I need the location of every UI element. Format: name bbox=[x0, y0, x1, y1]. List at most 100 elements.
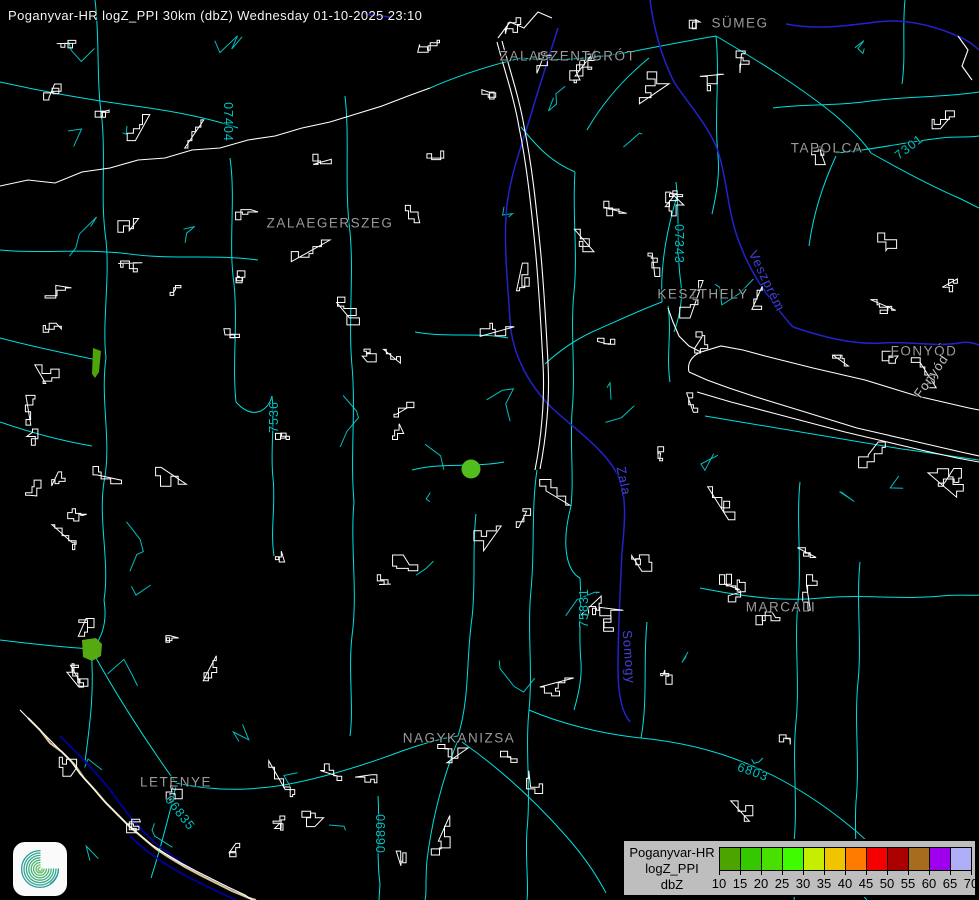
settlement-outline bbox=[78, 619, 94, 637]
legend-unit: dbZ bbox=[628, 877, 716, 893]
legend-panel: Poganyvar-HR logZ_PPI dbZ 10152025303540… bbox=[622, 839, 977, 897]
settlement-outline bbox=[43, 323, 61, 332]
city-label-sumeg: SÜMEG bbox=[711, 16, 768, 31]
minor-road bbox=[183, 227, 194, 243]
ridge-road bbox=[0, 88, 430, 186]
radar-spiral-logo bbox=[13, 842, 67, 896]
settlement-outline bbox=[118, 219, 139, 233]
settlement-outline bbox=[394, 402, 414, 417]
settlement-outline bbox=[720, 574, 740, 589]
legend-color-cell bbox=[951, 848, 971, 870]
minor-road bbox=[69, 217, 96, 256]
settlement-outline bbox=[302, 811, 324, 826]
settlement-outline bbox=[45, 285, 71, 298]
settlement-outline bbox=[942, 279, 957, 292]
minor-road bbox=[752, 758, 763, 763]
settlement-outline bbox=[752, 286, 762, 309]
settlement-outline bbox=[648, 253, 660, 276]
legend-color-cell bbox=[720, 848, 741, 870]
settlement-outline bbox=[273, 816, 285, 830]
road-label-07404: 07404 bbox=[221, 102, 235, 142]
legend-radar-name: Poganyvar-HR bbox=[628, 845, 716, 861]
settlement-outline bbox=[276, 433, 290, 439]
minor-road bbox=[426, 493, 430, 502]
legend-color-cell bbox=[741, 848, 762, 870]
minor-road bbox=[548, 86, 565, 111]
settlement-outline bbox=[269, 761, 295, 797]
settlement-outline bbox=[427, 151, 444, 160]
settlement-outline bbox=[236, 210, 258, 220]
minor-road bbox=[607, 383, 611, 400]
settlement-outline bbox=[728, 580, 745, 602]
lake-west-end bbox=[689, 352, 702, 372]
settlement-outline bbox=[156, 467, 187, 486]
city-label-marcali: MARCALI bbox=[746, 600, 817, 615]
settlement-outline bbox=[236, 271, 245, 283]
minor-road bbox=[487, 389, 514, 422]
settlement-outline bbox=[26, 480, 41, 496]
highway-line-2 bbox=[502, 41, 549, 469]
road-label-7536: 7536 bbox=[267, 401, 281, 433]
legend-color-cell bbox=[867, 848, 888, 870]
settlement-outline bbox=[203, 656, 217, 681]
radar-echo-dot bbox=[462, 460, 481, 479]
settlement-outline bbox=[35, 365, 59, 384]
legend-color-scale: 10152025303540455055606570 bbox=[719, 847, 974, 891]
settlement-outline bbox=[396, 851, 406, 866]
legend-product: logZ_PPI bbox=[628, 861, 716, 877]
settlement-outline bbox=[700, 74, 724, 91]
settlement-outline bbox=[658, 447, 664, 461]
settlement-outline bbox=[731, 801, 753, 821]
settlement-outline bbox=[229, 843, 240, 856]
minor-road bbox=[108, 659, 138, 686]
settlement-outline bbox=[501, 751, 518, 762]
road-label-06890: 06890 bbox=[374, 813, 388, 853]
minor-road bbox=[126, 522, 143, 572]
city-label-zalaszentgrot: ZALASZENTGRÓT bbox=[500, 49, 637, 64]
settlement-outline bbox=[474, 526, 501, 551]
settlement-outline bbox=[57, 40, 76, 48]
minor-road bbox=[682, 652, 688, 663]
minor-road bbox=[215, 36, 242, 53]
legend-color-cell bbox=[909, 848, 930, 870]
settlement-outline bbox=[68, 509, 87, 521]
city-label-zalaegerszeg: ZALAEGERSZEG bbox=[267, 216, 394, 231]
settlement-outline bbox=[377, 575, 391, 585]
minor-road bbox=[86, 846, 98, 861]
settlement-outline bbox=[570, 60, 585, 83]
minor-road bbox=[233, 724, 249, 741]
radar-title: Poganyvar-HR logZ_PPI 30km (dbZ) Wednesd… bbox=[8, 8, 422, 23]
legend-tick-label: 70 bbox=[959, 876, 979, 891]
city-label-letenye: LETENYE bbox=[140, 775, 212, 790]
minor-road bbox=[605, 406, 634, 423]
settlement-outline bbox=[632, 555, 652, 571]
settlement-outline bbox=[52, 472, 65, 486]
settlement-outline bbox=[833, 355, 849, 366]
settlement-outline bbox=[665, 191, 682, 207]
legend-color-cell bbox=[783, 848, 804, 870]
legend-color-cell bbox=[930, 848, 951, 870]
legend-color-cell bbox=[846, 848, 867, 870]
city-label-nagykanizsa: NAGYKANIZSA bbox=[403, 731, 516, 746]
city-label-keszthely: KESZTHELY bbox=[657, 287, 748, 302]
settlement-outline bbox=[127, 115, 150, 141]
minor-road bbox=[499, 661, 534, 693]
minor-road bbox=[329, 825, 346, 830]
settlement-outline bbox=[224, 329, 240, 338]
minor-road bbox=[68, 129, 82, 147]
road-label-07343: 07343 bbox=[672, 224, 686, 264]
settlement-outline bbox=[779, 735, 790, 745]
settlement-outline bbox=[25, 395, 35, 425]
minor-road bbox=[131, 585, 150, 595]
settlement-outline bbox=[932, 111, 954, 129]
city-label-tapolca: TAPOLCA bbox=[791, 141, 864, 156]
settlement-outline bbox=[574, 229, 594, 252]
settlement-outline bbox=[598, 338, 615, 344]
minor-road bbox=[855, 41, 864, 54]
settlement-outline bbox=[52, 525, 76, 550]
city-label-fonyod: FONYÓD bbox=[891, 344, 958, 359]
settlement-outline bbox=[516, 509, 530, 528]
settlement-outline bbox=[517, 263, 530, 291]
settlement-outline bbox=[393, 424, 404, 440]
settlement-outline bbox=[118, 261, 142, 272]
